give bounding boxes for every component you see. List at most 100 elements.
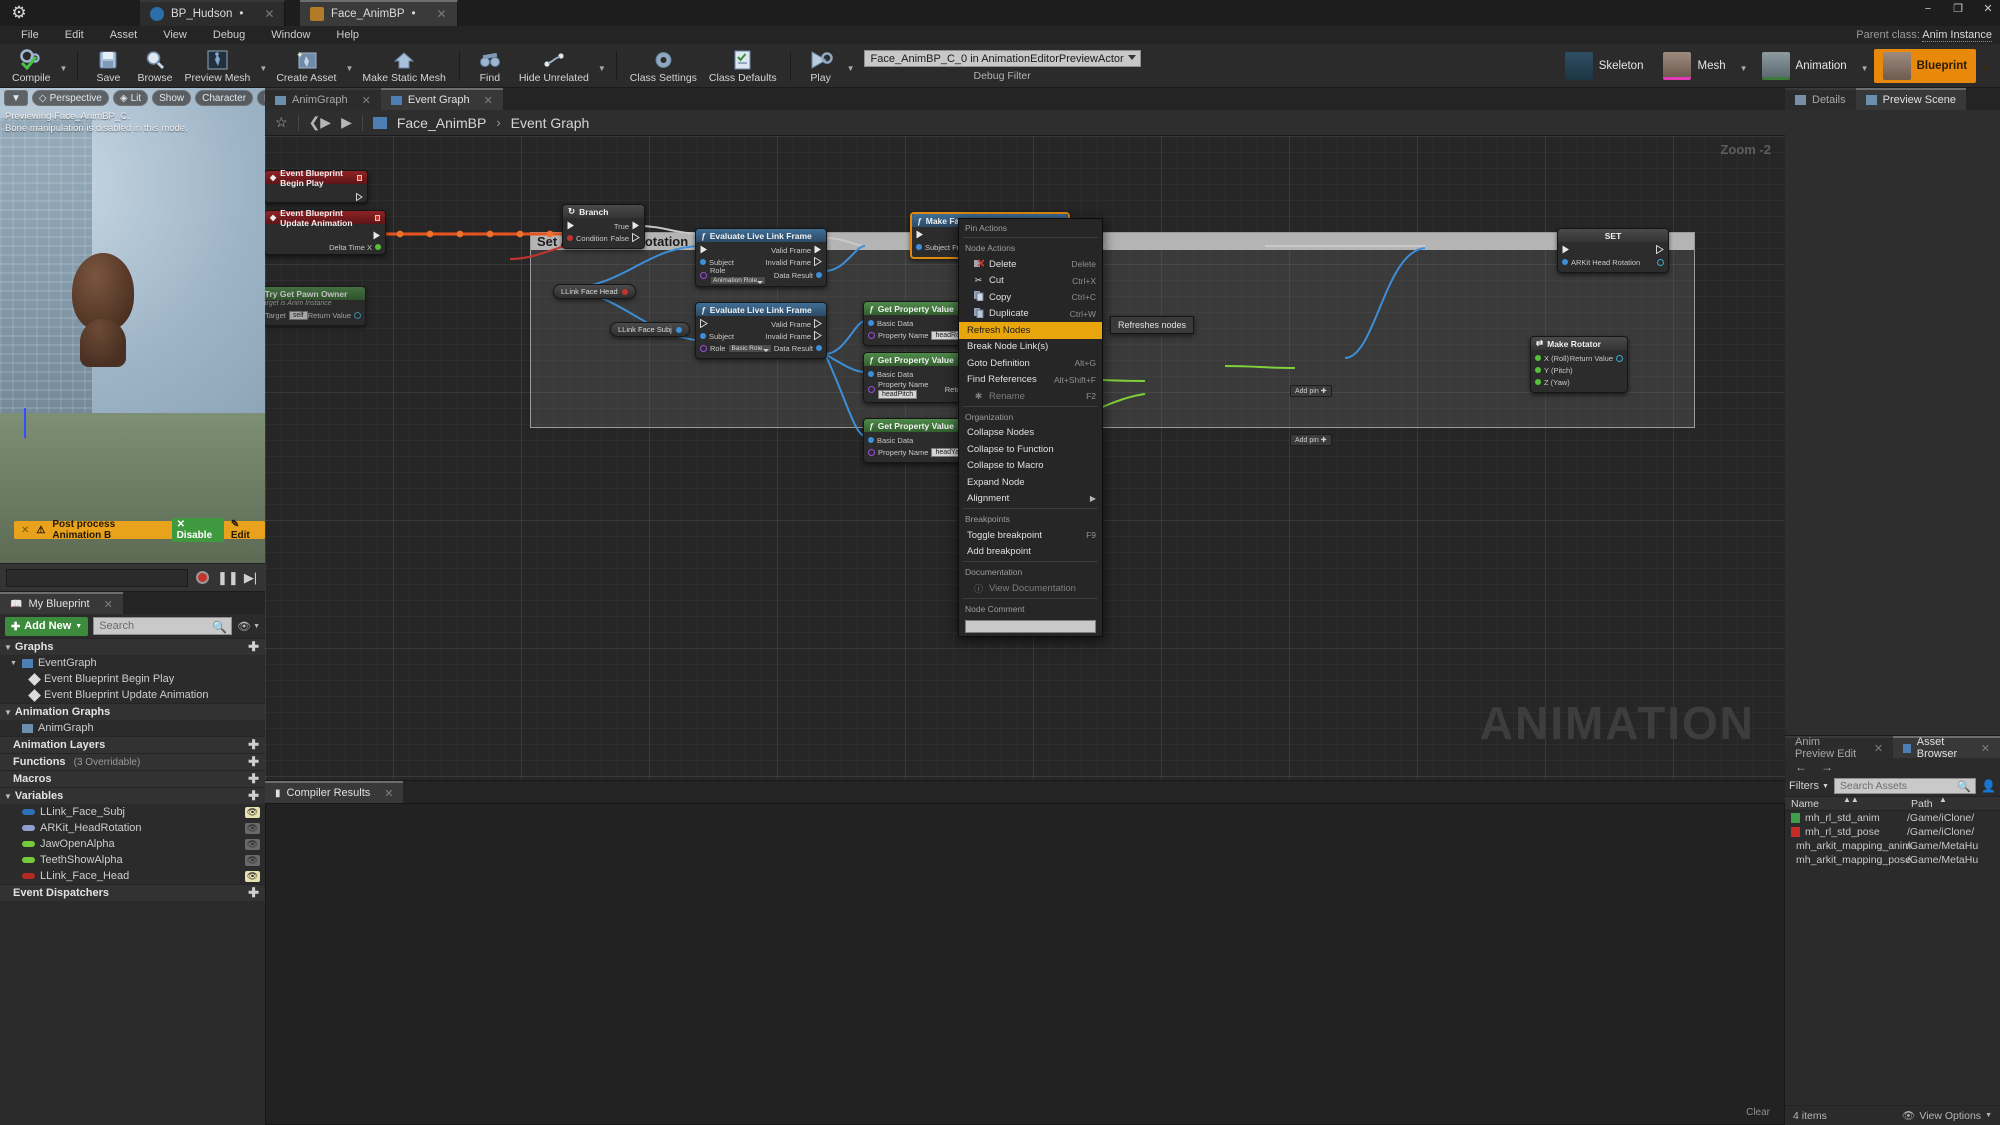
exec-out-pin-true[interactable] xyxy=(632,221,640,232)
browse-button[interactable]: Browse xyxy=(131,45,178,87)
asset-search-input[interactable]: Search Assets 🔍 xyxy=(1833,778,1977,794)
input-pin-y-pitch[interactable] xyxy=(1535,367,1541,373)
node-try-get-pawn-owner[interactable]: ƒ Try Get Pawn Owner Target is Anim Inst… xyxy=(265,286,366,326)
output-pin[interactable] xyxy=(675,326,682,333)
viewport-lit-button[interactable]: ◈ Lit xyxy=(112,90,149,106)
ctx-item-break-node-links[interactable]: Break Node Link(s) xyxy=(959,339,1102,356)
ctx-item-toggle-breakpoint[interactable]: Toggle breakpoint F9 xyxy=(959,527,1102,544)
add-graph-button[interactable]: ✚ xyxy=(248,639,259,655)
variable-item[interactable]: TeethShowAlpha 👁 xyxy=(0,852,265,868)
input-pin-subject-frame-handle[interactable] xyxy=(916,244,922,250)
section-variables[interactable]: ▼ Variables ✚ xyxy=(0,787,265,804)
add-pin-button[interactable]: Add pin ✚ xyxy=(1290,434,1332,446)
preview-viewport[interactable]: ▼ ◇ Perspective ◈ Lit Show Character LOD… xyxy=(0,88,265,563)
breadcrumb-leaf[interactable]: Event Graph xyxy=(511,115,590,131)
input-pin-property-name[interactable] xyxy=(868,331,875,339)
compile-button[interactable]: Compile xyxy=(6,45,57,87)
clear-button[interactable]: Clear xyxy=(1746,1107,1770,1118)
node-evaluate-live-link-frame-2[interactable]: ƒ Evaluate Live Link Frame Valid Frame S… xyxy=(695,302,827,359)
ctx-item-expand-node[interactable]: Expand Node xyxy=(959,474,1102,491)
disable-button[interactable]: ✕ Disable xyxy=(171,518,224,542)
close-icon[interactable]: ✕ xyxy=(104,598,113,611)
create-asset-caret-icon[interactable]: ▼ xyxy=(342,64,356,73)
ctx-item-alignment[interactable]: Alignment ▶ xyxy=(959,491,1102,508)
blueprint-graph-canvas[interactable]: Zoom -2 ANIMATION Set ARKit Head Rotatio… xyxy=(265,136,1785,780)
node-branch[interactable]: ↻ Branch True Condition False xyxy=(562,204,645,249)
variable-item[interactable]: LLink_Face_Subj 👁 xyxy=(0,804,265,820)
close-icon[interactable]: ✕ xyxy=(1874,742,1883,755)
input-pin-condition[interactable] xyxy=(567,235,573,241)
exec-in-pin[interactable] xyxy=(1562,245,1570,256)
eye-icon[interactable]: 👁 xyxy=(245,822,260,834)
close-window-icon[interactable]: ✕ xyxy=(1980,2,1996,15)
output-pin-data-result[interactable] xyxy=(816,272,822,278)
mode-mesh[interactable]: Mesh xyxy=(1654,49,1734,83)
mode-animation[interactable]: Animation xyxy=(1753,49,1856,83)
section-animation-graphs[interactable]: ▼ Animation Graphs xyxy=(0,703,265,720)
parent-class-value[interactable]: Anim Instance xyxy=(1922,29,1992,42)
tab-compiler-results[interactable]: ▮ Compiler Results ✕ xyxy=(265,781,404,803)
ctx-item-goto-definition[interactable]: Goto Definition Alt+G xyxy=(959,355,1102,372)
ctx-item-collapse-nodes[interactable]: Collapse Nodes xyxy=(959,425,1102,442)
close-icon[interactable]: ✕ xyxy=(264,7,274,21)
add-pin-button[interactable]: Add pin ✚ xyxy=(1290,385,1332,397)
close-icon[interactable]: ✕ xyxy=(362,94,371,107)
input-pin-role[interactable] xyxy=(700,271,707,279)
forward-arrow-icon[interactable]: → xyxy=(1821,760,1833,774)
node-llink-face-head[interactable]: LLink Face Head xyxy=(553,284,636,299)
timeline-scrubber[interactable] xyxy=(6,568,188,587)
eye-icon[interactable]: 👁 xyxy=(245,838,260,850)
ctx-item-find-references[interactable]: Find References Alt+Shift+F xyxy=(959,372,1102,389)
class-defaults-button[interactable]: Class Defaults xyxy=(703,45,783,87)
window-tab-face-animbp[interactable]: Face_AnimBP • ✕ xyxy=(300,0,458,26)
node-event-begin-play[interactable]: ◆ Event Blueprint Begin Play xyxy=(265,168,368,203)
pause-button[interactable]: ❚❚ xyxy=(217,570,239,586)
visibility-options-button[interactable]: 👁 ▼ xyxy=(237,620,260,633)
node-set-arkit-head-rotation[interactable]: SET ARKit Head Rotation xyxy=(1557,228,1669,273)
exec-in-pin[interactable] xyxy=(567,221,575,232)
exec-in-pin[interactable] xyxy=(700,245,708,256)
role-combo-box[interactable]: Animation Role xyxy=(710,276,767,285)
menu-help[interactable]: Help xyxy=(323,26,372,44)
close-icon[interactable]: ✕ xyxy=(384,787,393,800)
viewport-perspective-button[interactable]: ◇ Perspective xyxy=(31,90,109,106)
section-graphs[interactable]: ▼ Graphs ✚ xyxy=(0,638,265,655)
menu-asset[interactable]: Asset xyxy=(97,26,151,44)
hide-unrelated-button[interactable]: Hide Unrelated xyxy=(513,45,595,87)
my-blueprint-search-input[interactable]: Search 🔍 xyxy=(93,617,233,635)
add-macro-button[interactable]: ✚ xyxy=(248,771,259,787)
tab-animgraph[interactable]: AnimGraph ✕ xyxy=(265,88,381,110)
input-pin-subject[interactable] xyxy=(700,259,706,265)
input-pin-role[interactable] xyxy=(700,344,707,352)
node-evaluate-live-link-frame-1[interactable]: ƒ Evaluate Live Link Frame Valid Frame S… xyxy=(695,228,827,287)
step-forward-button[interactable]: ▶| xyxy=(242,570,259,586)
ctx-item-collapse-to-function[interactable]: Collapse to Function xyxy=(959,441,1102,458)
compile-caret-icon[interactable]: ▼ xyxy=(57,64,71,73)
add-variable-button[interactable]: ✚ xyxy=(248,788,259,804)
preview-mesh-button[interactable]: Preview Mesh xyxy=(178,45,256,87)
input-pin-basic-data[interactable] xyxy=(868,371,874,377)
output-pin[interactable] xyxy=(375,244,381,250)
compiler-results-body[interactable]: Clear xyxy=(265,803,1785,1125)
asset-row[interactable]: mh_rl_std_anim /Game/iClone/ xyxy=(1785,811,2000,825)
input-pin-property-name[interactable] xyxy=(868,385,875,393)
tree-item-update-animation[interactable]: Event Blueprint Update Animation xyxy=(0,687,265,703)
node-llink-face-subj[interactable]: LLink Face Subj xyxy=(610,322,690,337)
menu-window[interactable]: Window xyxy=(258,26,323,44)
viewport-character-button[interactable]: Character xyxy=(195,90,254,106)
tab-my-blueprint[interactable]: 📖 My Blueprint ✕ xyxy=(0,592,123,614)
menu-edit[interactable]: Edit xyxy=(52,26,97,44)
input-pin-arkit-head-rotation[interactable] xyxy=(1562,259,1568,265)
viewport-show-button[interactable]: Show xyxy=(152,90,192,106)
save-button[interactable]: Save xyxy=(85,45,131,87)
exec-in-pin[interactable] xyxy=(700,318,708,330)
asset-row[interactable]: mh_rl_std_pose /Game/iClone/ xyxy=(1785,825,2000,839)
back-arrow-icon[interactable]: ← xyxy=(1795,760,1807,774)
view-options-button[interactable]: 👁 View Options ▼ xyxy=(1902,1109,1992,1123)
eye-icon[interactable]: 👁 xyxy=(245,870,260,882)
target-self-field[interactable]: self xyxy=(288,310,308,320)
exec-out-pin[interactable] xyxy=(1656,244,1664,256)
tab-details[interactable]: Details xyxy=(1785,88,1856,110)
ctx-item-delete[interactable]: Delete Delete xyxy=(959,256,1102,273)
output-pin[interactable] xyxy=(1657,258,1664,266)
